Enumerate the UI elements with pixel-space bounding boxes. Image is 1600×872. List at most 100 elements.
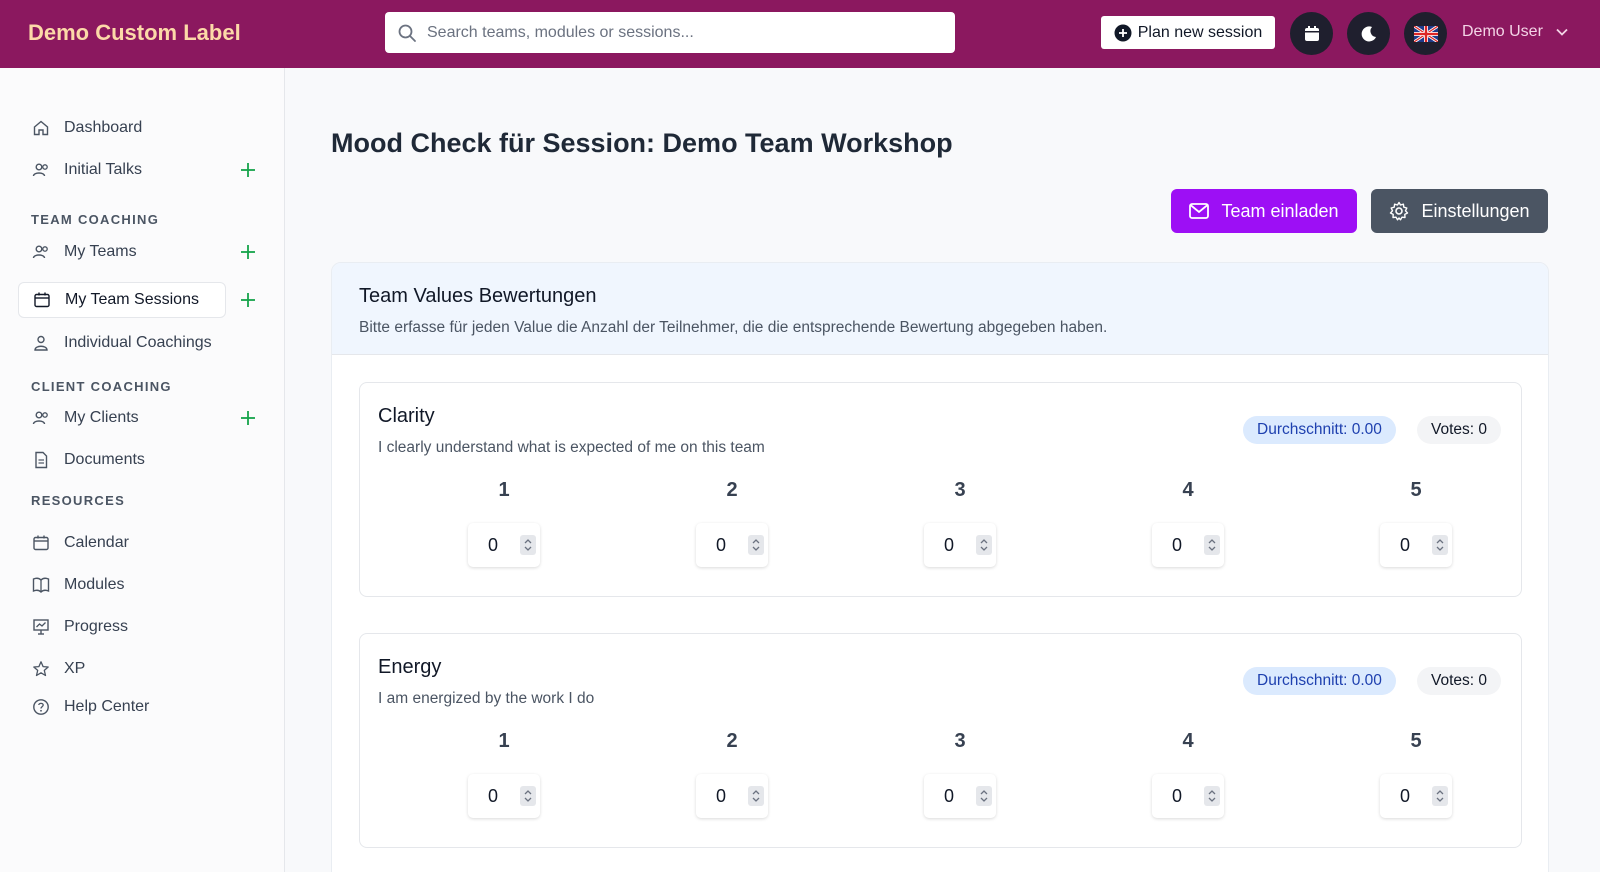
spinner-arrows-icon[interactable] (976, 786, 992, 806)
sidebar-item-my-clients[interactable]: My Clients (18, 400, 226, 436)
dark-mode-toggle[interactable] (1347, 12, 1390, 55)
brand-logo[interactable]: Demo Custom Label (28, 20, 241, 46)
votes-badge: Votes: 0 (1417, 667, 1502, 695)
rating-count[interactable]: 0 (1172, 786, 1182, 807)
invite-team-button[interactable]: Team einladen (1171, 189, 1357, 233)
rating-column: 3 0 (920, 730, 1000, 818)
sidebar-item-calendar[interactable]: Calendar (18, 525, 226, 561)
users-icon (32, 161, 50, 179)
add-client-button[interactable] (238, 408, 258, 428)
sidebar-label: Individual Coachings (64, 334, 212, 351)
sidebar-label: Modules (64, 576, 125, 593)
users-icon (32, 243, 50, 261)
search-bar[interactable] (385, 12, 955, 53)
spinner-arrows-icon[interactable] (520, 535, 536, 555)
rating-column: 2 0 (692, 479, 772, 567)
rating-count-stepper[interactable]: 0 (924, 774, 996, 818)
rating-count[interactable]: 0 (716, 535, 726, 556)
rating-label: 1 (498, 730, 510, 752)
user-menu[interactable]: Demo User (1462, 23, 1569, 41)
sidebar-item-my-teams[interactable]: My Teams (18, 234, 226, 270)
section-team-coaching: TEAM COACHING (31, 212, 160, 227)
invite-team-label: Team einladen (1221, 200, 1339, 221)
rating-count-stepper[interactable]: 0 (696, 774, 768, 818)
sidebar-item-xp[interactable]: XP (18, 651, 226, 687)
rating-label: 5 (1410, 730, 1422, 752)
sidebar-item-progress[interactable]: Progress (18, 609, 226, 645)
average-badge: Durchschnitt: 0.00 (1243, 667, 1396, 695)
rating-count[interactable]: 0 (1400, 535, 1410, 556)
rating-count-stepper[interactable]: 0 (468, 523, 540, 567)
user-name: Demo User (1462, 23, 1543, 40)
add-team-session-button[interactable] (238, 290, 258, 310)
search-input[interactable] (427, 23, 927, 42)
sidebar-label: My Teams (64, 243, 137, 260)
rating-label: 1 (498, 479, 510, 501)
sidebar-item-dashboard[interactable]: Dashboard (18, 110, 226, 146)
rating-label: 4 (1182, 730, 1194, 752)
rating-count-stepper[interactable]: 0 (1380, 523, 1452, 567)
plan-new-session-button[interactable]: Plan new session (1101, 16, 1275, 49)
chevron-down-icon (1556, 28, 1568, 36)
rating-count-stepper[interactable]: 0 (1152, 774, 1224, 818)
settings-button[interactable]: Einstellungen (1371, 189, 1548, 233)
spinner-arrows-icon[interactable] (1204, 786, 1220, 806)
rating-count[interactable]: 0 (1172, 535, 1182, 556)
rating-column: 5 0 (1376, 730, 1456, 818)
spinner-arrows-icon[interactable] (748, 535, 764, 555)
spinner-arrows-icon[interactable] (1432, 786, 1448, 806)
card-subtitle: Bitte erfasse für jeden Value die Anzahl… (359, 319, 1108, 336)
spinner-arrows-icon[interactable] (976, 535, 992, 555)
rating-count-stepper[interactable]: 0 (468, 774, 540, 818)
rating-count-stepper[interactable]: 0 (924, 523, 996, 567)
add-team-button[interactable] (238, 242, 258, 262)
sidebar-item-help-center[interactable]: Help Center (18, 689, 226, 725)
home-icon (32, 119, 50, 137)
document-icon (32, 451, 50, 469)
language-switcher[interactable] (1404, 12, 1447, 55)
spinner-arrows-icon[interactable] (1204, 535, 1220, 555)
rating-column: 4 0 (1148, 730, 1228, 818)
spinner-arrows-icon[interactable] (1432, 535, 1448, 555)
help-circle-icon (32, 698, 50, 716)
rating-column: 5 0 (1376, 479, 1456, 567)
rating-count[interactable]: 0 (488, 786, 498, 807)
gear-icon (1390, 201, 1409, 221)
search-icon (398, 24, 416, 42)
average-badge: Durchschnitt: 0.00 (1243, 416, 1396, 444)
sidebar-item-initial-talks[interactable]: Initial Talks (18, 152, 226, 188)
rating-count[interactable]: 0 (488, 535, 498, 556)
plus-circle-icon (1114, 24, 1132, 41)
rating-count-stepper[interactable]: 0 (696, 523, 768, 567)
rating-column: 1 0 (464, 479, 544, 567)
calendar-icon (1304, 25, 1319, 41)
rating-count[interactable]: 0 (716, 786, 726, 807)
sidebar-label: Calendar (64, 534, 129, 551)
votes-badge: Votes: 0 (1417, 416, 1502, 444)
sidebar-item-individual-coachings[interactable]: Individual Coachings (18, 325, 226, 361)
card-header: Team Values Bewertungen Bitte erfasse fü… (332, 263, 1548, 355)
rating-label: 3 (954, 730, 966, 752)
mail-icon (1189, 203, 1210, 219)
sidebar-item-my-team-sessions[interactable]: My Team Sessions (18, 282, 226, 318)
calendar-icon (33, 291, 51, 309)
sidebar-label: Documents (64, 451, 145, 468)
plus-icon (241, 245, 255, 259)
rating-label: 2 (726, 730, 738, 752)
sidebar-item-modules[interactable]: Modules (18, 567, 226, 603)
presentation-chart-icon (32, 618, 50, 636)
rating-count[interactable]: 0 (944, 535, 954, 556)
sidebar: Dashboard Initial Talks TEAM COACHING My… (0, 68, 285, 872)
rating-count[interactable]: 0 (1400, 786, 1410, 807)
top-header: Demo Custom Label Plan new session Demo … (0, 0, 1600, 68)
spinner-arrows-icon[interactable] (520, 786, 536, 806)
rating-count[interactable]: 0 (944, 786, 954, 807)
sidebar-label: Help Center (64, 698, 150, 715)
rating-count-stepper[interactable]: 0 (1152, 523, 1224, 567)
sidebar-item-documents[interactable]: Documents (18, 442, 226, 478)
team-values-card: Team Values Bewertungen Bitte erfasse fü… (331, 262, 1549, 872)
rating-count-stepper[interactable]: 0 (1380, 774, 1452, 818)
spinner-arrows-icon[interactable] (748, 786, 764, 806)
add-initial-talk-button[interactable] (238, 160, 258, 180)
calendar-button[interactable] (1290, 12, 1333, 55)
